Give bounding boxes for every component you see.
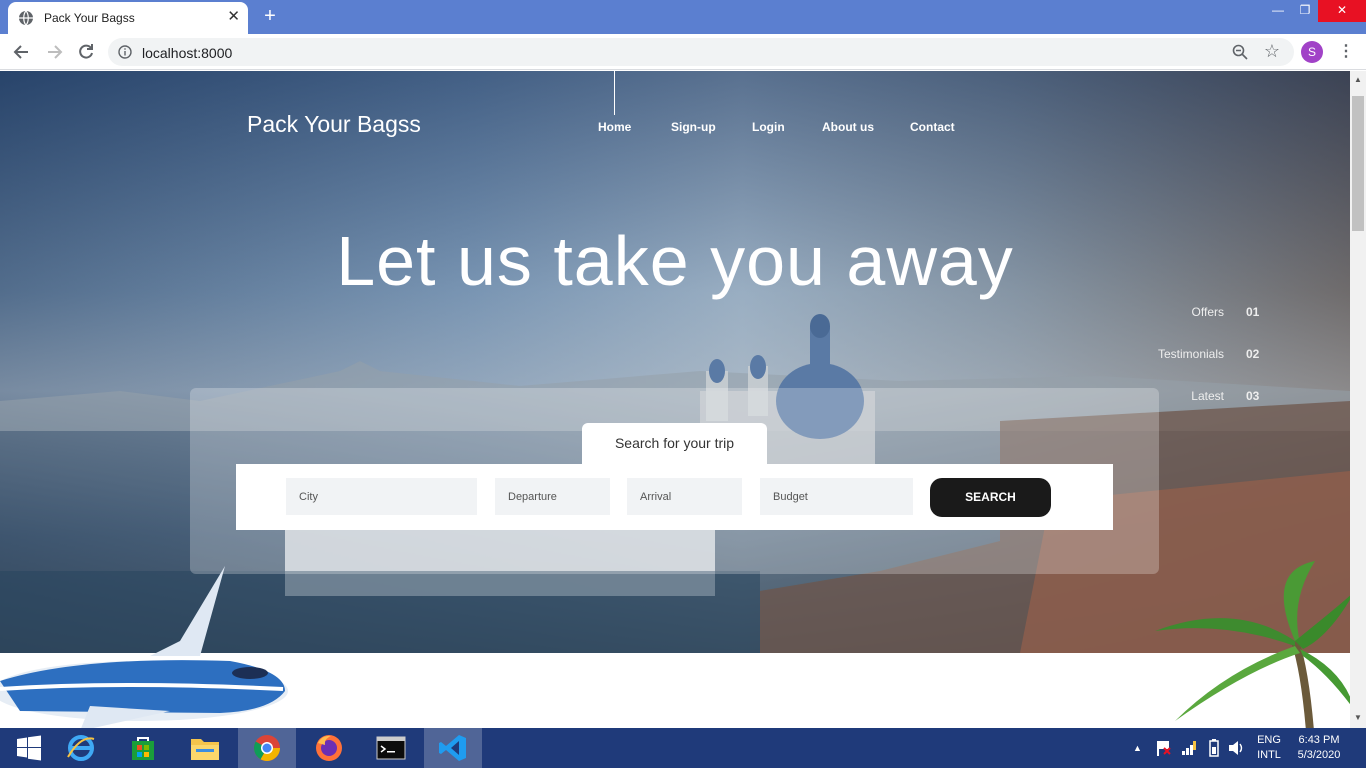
scrollbar-thumb[interactable] <box>1352 96 1364 231</box>
vscode-icon[interactable] <box>424 728 482 768</box>
windows-start-icon[interactable] <box>0 728 58 768</box>
show-hidden-icons[interactable]: ▲ <box>1133 741 1142 756</box>
address-bar[interactable]: localhost:8000 ☆ <box>108 38 1294 66</box>
internet-explorer-icon[interactable] <box>52 728 110 768</box>
command-prompt-icon[interactable] <box>362 728 420 768</box>
new-tab-icon[interactable]: + <box>260 6 280 26</box>
keyboard-layout: INTL <box>1257 749 1281 761</box>
volume-icon[interactable] <box>1227 740 1245 756</box>
nav-about-us[interactable]: About us <box>822 120 874 134</box>
tab-title: Pack Your Bagss <box>44 11 135 25</box>
search-button[interactable]: SEARCH <box>930 478 1051 517</box>
scroll-down-icon[interactable]: ▼ <box>1354 713 1362 722</box>
action-center-flag-icon[interactable] <box>1155 740 1173 756</box>
window-close-icon[interactable]: ✕ <box>1318 0 1366 22</box>
clock-time: 6:43 PM <box>1298 734 1340 746</box>
file-explorer-icon[interactable] <box>176 728 234 768</box>
clock-date: 5/3/2020 <box>1297 749 1341 761</box>
palm-tree-image <box>1155 561 1350 728</box>
page-scrollbar[interactable]: ▲ ▼ <box>1350 71 1366 728</box>
battery-icon[interactable] <box>1208 739 1220 757</box>
browser-toolbar: localhost:8000 ☆ S ⋮ <box>0 34 1366 70</box>
departure-input[interactable]: Departure <box>495 478 610 515</box>
forward-icon[interactable] <box>44 42 64 62</box>
side-link-offers[interactable]: Offers <box>1192 305 1224 319</box>
scroll-up-icon[interactable]: ▲ <box>1354 75 1362 84</box>
search-form: City Departure Arrival Budget SEARCH <box>236 464 1113 530</box>
arrival-input[interactable]: Arrival <box>627 478 742 515</box>
language-code: ENG <box>1257 734 1281 746</box>
back-icon[interactable] <box>12 42 32 62</box>
language-indicator[interactable]: ENG INTL <box>1254 733 1284 763</box>
nav-indicator-line <box>614 71 615 115</box>
side-num-offers: 01 <box>1246 305 1260 319</box>
search-tab-label: Search for your trip <box>582 423 767 465</box>
chrome-icon[interactable] <box>238 728 296 768</box>
info-icon[interactable] <box>118 45 132 59</box>
zoom-out-icon[interactable] <box>1232 44 1248 60</box>
browser-tab[interactable]: Pack Your Bagss ✕ <box>8 2 248 34</box>
nav-sign-up[interactable]: Sign-up <box>671 120 716 134</box>
url-text[interactable]: localhost:8000 <box>142 45 232 61</box>
menu-icon[interactable]: ⋮ <box>1338 42 1354 62</box>
site-brand[interactable]: Pack Your Bagss <box>247 111 421 138</box>
page-viewport: Pack Your Bagss Home Sign-up Login About… <box>0 71 1350 728</box>
nav-contact[interactable]: Contact <box>910 120 955 134</box>
restore-icon[interactable]: ❐ <box>1288 0 1322 22</box>
windows-taskbar: ▲ ENG INTL 6:43 PM 5/3/2020 <box>0 728 1366 768</box>
airplane-image <box>0 566 288 728</box>
nav-home[interactable]: Home <box>598 120 631 134</box>
nav-login[interactable]: Login <box>752 120 785 134</box>
firefox-icon[interactable] <box>300 728 358 768</box>
network-icon[interactable] <box>1180 740 1198 756</box>
side-num-testimonials: 02 <box>1246 347 1260 361</box>
browser-tab-strip: Pack Your Bagss ✕ + — ❐ ✕ <box>0 0 1366 34</box>
store-icon[interactable] <box>114 728 172 768</box>
bookmark-star-icon[interactable]: ☆ <box>1264 42 1280 60</box>
side-num-latest: 03 <box>1246 389 1260 403</box>
profile-avatar[interactable]: S <box>1301 41 1323 63</box>
reload-icon[interactable] <box>76 42 96 62</box>
side-link-latest[interactable]: Latest <box>1191 389 1224 403</box>
globe-icon <box>19 10 33 26</box>
hero-headline: Let us take you away <box>336 222 1014 300</box>
city-input[interactable]: City <box>286 478 477 515</box>
clock[interactable]: 6:43 PM 5/3/2020 <box>1294 733 1344 763</box>
close-tab-icon[interactable]: ✕ <box>227 9 240 25</box>
budget-input[interactable]: Budget <box>760 478 913 515</box>
side-link-testimonials[interactable]: Testimonials <box>1158 347 1224 361</box>
